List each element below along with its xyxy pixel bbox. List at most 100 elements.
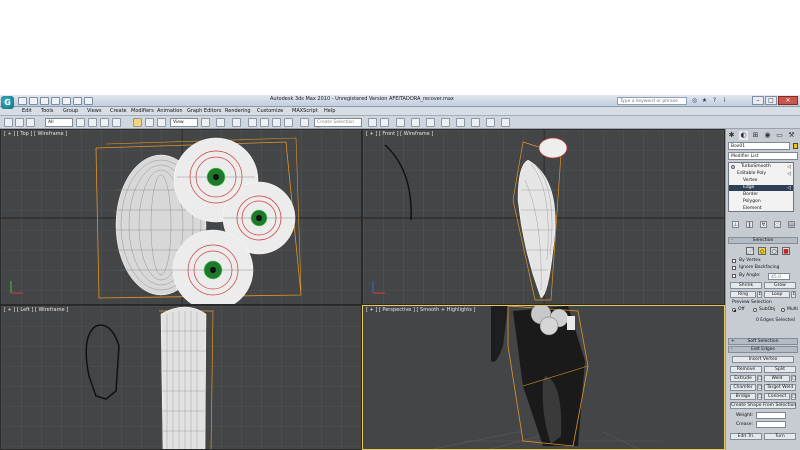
create-tab-icon[interactable]: ✱ xyxy=(727,131,736,140)
menu-modifiers[interactable]: Modifiers xyxy=(131,108,154,114)
named-selection-set-input[interactable]: Create Selection Se xyxy=(314,118,362,133)
stack-item-vertex[interactable]: Vertex xyxy=(729,178,793,184)
crease-spinner[interactable] xyxy=(756,421,786,428)
help-icon[interactable]: ? xyxy=(710,96,719,105)
ignore-backfacing-checkbox[interactable] xyxy=(732,266,736,270)
align-icon[interactable] xyxy=(380,118,389,127)
scale-icon[interactable] xyxy=(157,118,166,127)
hold-icon[interactable] xyxy=(73,97,82,105)
minimize-button[interactable]: – xyxy=(752,96,764,105)
hierarchy-tab-icon[interactable]: ⊞ xyxy=(751,131,760,140)
by-angle-spinner[interactable]: 45.0 xyxy=(768,273,790,280)
chamfer-button[interactable]: Chamfer xyxy=(730,384,756,391)
border-mode-icon[interactable]: ○ xyxy=(770,247,778,255)
curve-editor-icon[interactable] xyxy=(426,118,435,127)
vertex-mode-icon[interactable]: ⋰ xyxy=(746,247,754,255)
fetch-icon[interactable] xyxy=(84,97,93,105)
select-link-icon[interactable] xyxy=(4,118,13,127)
bind-spacewarp-icon[interactable] xyxy=(26,118,35,127)
selection-filter-dropdown[interactable]: All xyxy=(45,118,73,127)
light-bulb-icon[interactable] xyxy=(731,165,735,169)
reference-coordinate-dropdown[interactable]: View xyxy=(170,118,198,127)
modifier-list-dropdown[interactable]: Modifier List xyxy=(728,152,798,160)
close-button[interactable]: ✕ xyxy=(778,96,798,105)
by-angle-checkbox[interactable] xyxy=(732,274,736,278)
loop-spinner-icon[interactable]: ↕ xyxy=(791,291,796,298)
polygon-mode-icon[interactable]: ■ xyxy=(782,247,790,255)
layer-manager-icon[interactable] xyxy=(396,118,405,127)
viewport-perspective-label[interactable]: [ + ] [ Perspective ] [ Smooth + Highlig… xyxy=(366,307,475,313)
select-by-name-icon[interactable] xyxy=(88,118,97,127)
open-file-icon[interactable] xyxy=(29,97,38,105)
stack-item-polygon[interactable]: Polygon xyxy=(729,199,793,205)
pivot-center-icon[interactable] xyxy=(201,118,210,127)
app-logo-icon[interactable]: G xyxy=(1,96,14,109)
edit-named-selection-icon[interactable] xyxy=(300,118,309,127)
spinner-snap-icon[interactable] xyxy=(284,118,293,127)
ring-spinner-icon[interactable]: ↕ xyxy=(757,291,762,298)
grow-button[interactable]: Grow xyxy=(764,282,796,289)
weld-button[interactable]: Weld xyxy=(764,375,790,382)
mirror-icon[interactable] xyxy=(368,118,377,127)
show-end-result-toggle-icon[interactable]: ‖ xyxy=(746,221,753,228)
search-input[interactable]: Type a keyword or phrase xyxy=(617,97,687,105)
viewport-perspective[interactable]: [ + ] [ Perspective ] [ Smooth + Highlig… xyxy=(362,305,725,450)
edit-tri-button[interactable]: Edit Tri. xyxy=(730,433,762,440)
make-unique-icon[interactable]: ∀ xyxy=(760,221,767,228)
weld-settings-icon[interactable]: □ xyxy=(791,375,796,382)
render-setup-icon[interactable] xyxy=(471,118,480,127)
turn-button[interactable]: Turn xyxy=(764,433,796,440)
binoculars-icon[interactable]: ◎ xyxy=(690,96,699,105)
viewport-top[interactable]: [ + ] [ Top ] [ Wireframe ] xyxy=(0,129,362,305)
viewport-front-label[interactable]: [ + ] [ Front ] [ Wireframe ] xyxy=(366,131,433,137)
modifier-stack[interactable]: TurboSmooth ◁ Editable Poly ◁ Vertex Edge ◁… xyxy=(728,162,794,212)
preview-off-radio[interactable] xyxy=(732,308,736,312)
remove-button[interactable]: Remove xyxy=(730,366,762,373)
select-manipulate-icon[interactable] xyxy=(216,118,225,127)
bridge-button[interactable]: Bridge xyxy=(730,393,756,400)
graphite-tools-icon[interactable] xyxy=(411,118,420,127)
save-file-icon[interactable] xyxy=(40,97,49,105)
shrink-button[interactable]: Shrink xyxy=(730,282,762,289)
stack-item-edge[interactable]: Edge ◁ xyxy=(729,185,793,191)
connect-settings-icon[interactable]: □ xyxy=(791,393,796,400)
menu-create[interactable]: Create xyxy=(110,108,127,114)
weight-spinner[interactable] xyxy=(756,412,786,419)
menu-edit[interactable]: Edit xyxy=(22,108,32,114)
edit-edges-rollout-header[interactable]: - Edit Edges xyxy=(728,346,798,353)
stack-item-editable-poly[interactable]: Editable Poly ◁ xyxy=(729,171,793,177)
rotate-icon[interactable] xyxy=(145,118,154,127)
split-button[interactable]: Split xyxy=(764,366,796,373)
viewport-left-label[interactable]: [ + ] [ Left ] [ Wireframe ] xyxy=(4,307,68,313)
create-shape-button[interactable]: Create Shape From Selection xyxy=(730,402,796,409)
viewport-top-label[interactable]: [ + ] [ Top ] [ Wireframe ] xyxy=(4,131,67,137)
extrude-settings-icon[interactable]: □ xyxy=(757,375,762,382)
stack-item-border[interactable]: Border xyxy=(729,192,793,198)
rendered-frame-icon[interactable] xyxy=(486,118,495,127)
move-icon[interactable] xyxy=(133,118,142,127)
show-end-result-icon[interactable]: ◁ xyxy=(787,171,791,177)
object-color-swatch[interactable] xyxy=(793,143,798,149)
percent-snap-icon[interactable] xyxy=(272,118,281,127)
snaps-toggle-icon[interactable] xyxy=(248,118,257,127)
soft-selection-rollout-header[interactable]: + Soft Selection xyxy=(728,338,798,345)
menu-group[interactable]: Group xyxy=(63,108,78,114)
edge-mode-icon[interactable]: ◇ xyxy=(758,247,766,255)
extrude-button[interactable]: Extrude xyxy=(730,375,756,382)
configure-modifier-sets-icon[interactable]: ▤ xyxy=(788,221,795,228)
preview-multi-radio[interactable] xyxy=(781,308,785,312)
remove-modifier-icon[interactable]: ◌ xyxy=(774,221,781,228)
menu-customize[interactable]: Customize xyxy=(257,108,283,114)
schematic-view-icon[interactable] xyxy=(441,118,450,127)
insert-vertex-button[interactable]: Insert Vertex xyxy=(732,356,794,363)
motion-tab-icon[interactable]: ◉ xyxy=(763,131,772,140)
star-icon[interactable]: ★ xyxy=(700,96,709,105)
angle-snap-icon[interactable] xyxy=(260,118,269,127)
viewport-front[interactable]: [ + ] [ Front ] [ Wireframe ] xyxy=(362,129,725,305)
render-production-icon[interactable] xyxy=(501,118,510,127)
menu-animation[interactable]: Animation xyxy=(157,108,183,114)
keyboard-shortcut-icon[interactable] xyxy=(232,118,241,127)
chamfer-settings-icon[interactable]: □ xyxy=(757,384,762,391)
preview-subobj-radio[interactable] xyxy=(753,308,757,312)
stack-item-turbosmooth[interactable]: TurboSmooth ◁ xyxy=(729,164,793,170)
